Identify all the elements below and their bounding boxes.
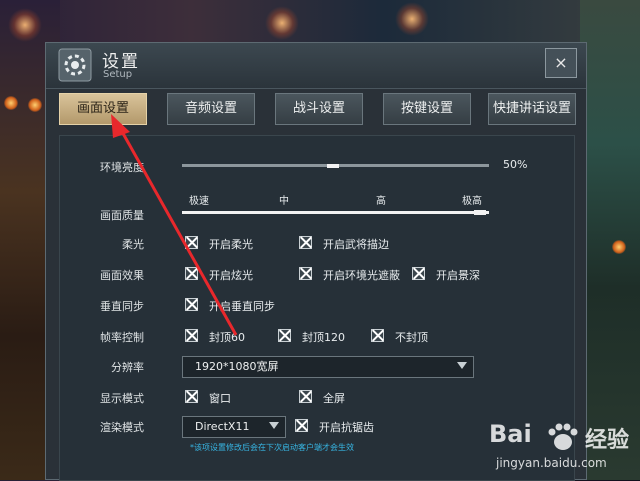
general-outline-checkbox[interactable] (299, 236, 312, 249)
antialias-option-label: 开启抗锯齿 (319, 421, 374, 434)
fps-unlimited-option-label: 不封顶 (395, 331, 428, 344)
tab-quick-chat[interactable]: 快捷讲话设置 (488, 93, 576, 125)
depth-of-field-checkbox[interactable] (412, 267, 425, 280)
quality-mark-ultra: 极高 (462, 196, 482, 207)
quality-mark-high: 高 (376, 196, 386, 207)
render-mode-label: 渲染模式 (100, 421, 144, 434)
bloom-checkbox[interactable] (185, 267, 198, 280)
chevron-down-icon (269, 422, 279, 429)
ambient-occlusion-checkbox[interactable] (299, 267, 312, 280)
fps-unlimited-checkbox[interactable] (371, 329, 384, 342)
settings-gear-icon (58, 48, 92, 82)
tab-audio[interactable]: 音频设置 (167, 93, 255, 125)
soft-light-label: 柔光 (122, 238, 144, 251)
watermark-logo: Bai (489, 420, 532, 448)
fps-60-checkbox[interactable] (185, 329, 198, 342)
close-button[interactable]: × (545, 48, 577, 78)
framerate-label: 帧率控制 (100, 331, 144, 344)
bloom-option-label: 开启炫光 (209, 269, 253, 282)
quality-slider-handle[interactable] (474, 210, 486, 215)
fps-60-option-label: 封顶60 (209, 331, 245, 344)
watermark-logo-suffix: 经验 (585, 428, 630, 453)
close-icon: × (554, 53, 568, 72)
background-firework (8, 8, 42, 42)
effects-label: 画面效果 (100, 269, 144, 282)
background-firework (265, 6, 299, 40)
display-mode-label: 显示模式 (100, 392, 144, 405)
brightness-label: 环境亮度 (100, 161, 144, 174)
dialog-subtitle: Setup (103, 69, 133, 80)
tab-combat[interactable]: 战斗设置 (275, 93, 363, 125)
tab-keys[interactable]: 按键设置 (383, 93, 471, 125)
resolution-value: 1920*1080宽屏 (195, 360, 279, 373)
ambient-occlusion-option-label: 开启环境光遮蔽 (323, 269, 400, 282)
dialog-titlebar: 设置 Setup × (46, 43, 586, 89)
vsync-checkbox[interactable] (185, 298, 198, 311)
background-firework (395, 2, 429, 36)
windowed-option-label: 窗口 (209, 392, 231, 405)
baidu-jingyan-watermark: Bai 经验 jingyan.baidu.com (489, 418, 639, 478)
background-scene-right (580, 0, 640, 480)
general-outline-option-label: 开启武将描边 (323, 238, 389, 251)
brightness-value: 50% (503, 158, 528, 171)
background-scene-top (0, 0, 640, 42)
background-lantern (612, 240, 626, 254)
resolution-label: 分辨率 (111, 361, 144, 374)
paw-icon (548, 423, 578, 450)
chevron-down-icon (457, 362, 467, 369)
settings-dialog: 设置 Setup × 画面设置 音频设置 战斗设置 按键设置 快捷讲话设置 环境… (45, 42, 587, 481)
brightness-slider-handle[interactable] (327, 164, 339, 168)
antialias-checkbox[interactable] (295, 419, 308, 432)
resolution-dropdown[interactable]: 1920*1080宽屏 (182, 356, 474, 378)
fps-120-option-label: 封顶120 (302, 331, 345, 344)
fullscreen-option-label: 全屏 (323, 392, 345, 405)
soft-light-checkbox[interactable] (185, 236, 198, 249)
watermark-url: jingyan.baidu.com (496, 456, 607, 470)
quality-slider[interactable] (182, 211, 489, 214)
render-mode-value: DirectX11 (195, 420, 250, 433)
quality-mark-fastest: 极速 (189, 196, 209, 207)
fullscreen-checkbox[interactable] (299, 390, 312, 403)
vsync-option-label: 开启垂直同步 (209, 300, 275, 313)
quality-mark-medium: 中 (279, 196, 289, 207)
background-lantern (4, 96, 18, 110)
depth-of-field-option-label: 开启景深 (436, 269, 480, 282)
fps-120-checkbox[interactable] (278, 329, 291, 342)
background-lantern (28, 98, 42, 112)
restart-notice: *该项设置修改后会在下次启动客户端才会生效 (190, 443, 354, 452)
tab-display[interactable]: 画面设置 (59, 93, 147, 125)
soft-light-option-label: 开启柔光 (209, 238, 253, 251)
quality-label: 画面质量 (100, 209, 144, 222)
vsync-label: 垂直同步 (100, 300, 144, 313)
render-mode-dropdown[interactable]: DirectX11 (182, 416, 286, 438)
windowed-checkbox[interactable] (185, 390, 198, 403)
